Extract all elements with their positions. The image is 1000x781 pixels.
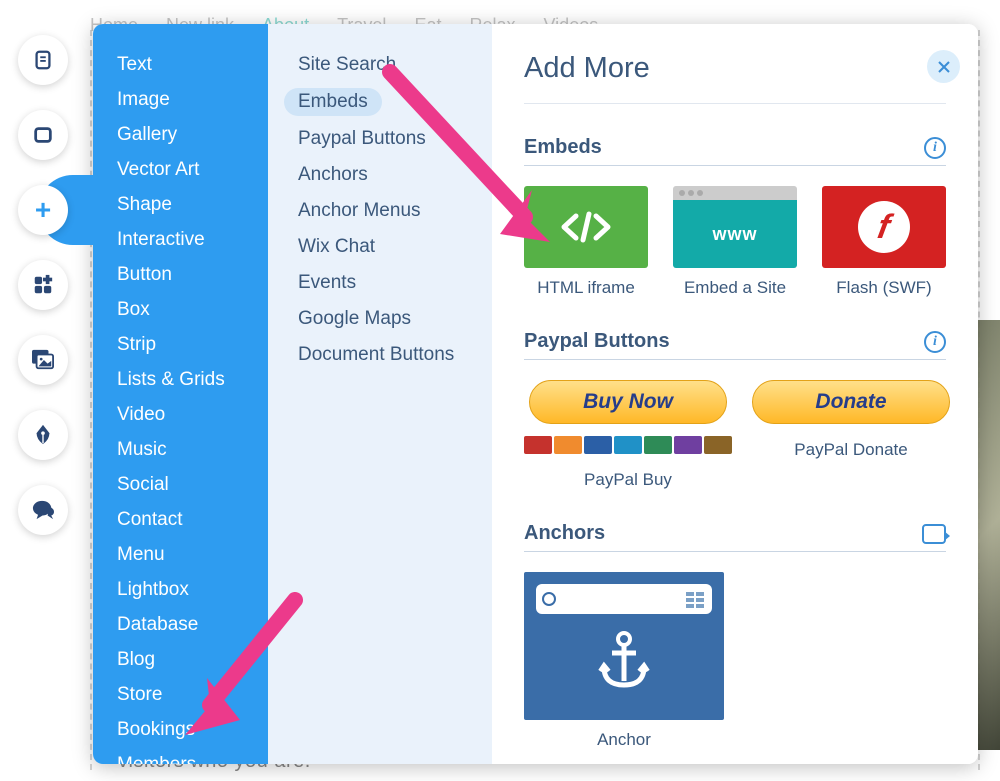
main-content: Add More Embeds i HTML iframe www (492, 24, 978, 764)
embed-flash[interactable]: f Flash (SWF) (822, 186, 946, 298)
category-menu[interactable]: Menu (113, 542, 268, 568)
paypal-donate[interactable]: Donate PayPal Donate (752, 380, 950, 490)
paypal-buy-button: Buy Now (529, 380, 727, 424)
section-title-anchors: Anchors (524, 522, 605, 545)
payment-card-icon (704, 436, 732, 454)
chat-button[interactable] (18, 485, 68, 535)
category-blog[interactable]: Blog (113, 647, 268, 673)
code-icon (558, 208, 614, 246)
section-anchors: Anchors Anchor (524, 522, 946, 750)
category-list: Text Image Gallery Vector Art Shape Interacti… (93, 24, 268, 764)
pen-icon (32, 423, 54, 447)
category-box[interactable]: Box (113, 297, 268, 323)
category-button[interactable]: Button (113, 262, 268, 288)
subcategory-site-search[interactable]: Site Search (298, 52, 492, 78)
embed-label: HTML iframe (537, 278, 635, 298)
paypal-label: PayPal Donate (794, 440, 907, 460)
anchor-element[interactable]: Anchor (524, 572, 724, 750)
flash-thumb: f (822, 186, 946, 268)
category-interactive[interactable]: Interactive (113, 227, 268, 253)
section-embeds: Embeds i HTML iframe www Embed a Site (524, 136, 946, 298)
payment-card-icon (584, 436, 612, 454)
embed-label: Embed a Site (684, 278, 786, 298)
paypal-donate-button: Donate (752, 380, 950, 424)
category-image[interactable]: Image (113, 87, 268, 113)
blog-button[interactable] (18, 410, 68, 460)
subcategory-anchors[interactable]: Anchors (298, 162, 492, 188)
section-icon (32, 124, 54, 146)
close-button[interactable] (927, 50, 960, 83)
subcategory-anchor-menus[interactable]: Anchor Menus (298, 198, 492, 224)
add-panel: Text Image Gallery Vector Art Shape Interacti… (93, 24, 978, 764)
anchor-label: Anchor (597, 730, 651, 750)
payment-card-icon (554, 436, 582, 454)
subcategory-document-buttons[interactable]: Document Buttons (298, 342, 492, 368)
chat-icon (31, 499, 55, 521)
anchor-thumb (524, 572, 724, 720)
payment-card-icon (674, 436, 702, 454)
subcategory-google-maps[interactable]: Google Maps (298, 306, 492, 332)
section-title-paypal: Paypal Buttons (524, 330, 670, 353)
apps-button[interactable] (18, 260, 68, 310)
pages-button[interactable] (18, 35, 68, 85)
page-icon (32, 49, 54, 71)
info-icon[interactable]: i (924, 137, 946, 159)
category-lightbox[interactable]: Lightbox (113, 577, 268, 603)
subcategory-list: Site Search Embeds Paypal Buttons Anchors An… (268, 24, 492, 764)
category-bookings[interactable]: Bookings (113, 717, 268, 743)
payment-card-icon (644, 436, 672, 454)
apps-icon (32, 274, 54, 296)
category-lists-grids[interactable]: Lists & Grids (113, 367, 268, 393)
subcategory-embeds[interactable]: Embeds (284, 88, 382, 116)
background-button[interactable] (18, 110, 68, 160)
category-store[interactable]: Store (113, 682, 268, 708)
category-members[interactable]: Members (113, 752, 268, 764)
payment-card-icon (524, 436, 552, 454)
html-iframe-thumb (524, 186, 648, 268)
media-icon (31, 349, 55, 371)
paypal-label: PayPal Buy (584, 470, 672, 490)
paypal-buy[interactable]: Buy Now PayPal Buy (524, 380, 732, 490)
close-icon (937, 60, 951, 74)
category-contact[interactable]: Contact (113, 507, 268, 533)
flash-icon: f (858, 201, 910, 253)
section-title-embeds: Embeds (524, 136, 602, 159)
category-shape[interactable]: Shape (113, 192, 268, 218)
category-social[interactable]: Social (113, 472, 268, 498)
category-music[interactable]: Music (113, 437, 268, 463)
subcategory-paypal-buttons[interactable]: Paypal Buttons (298, 126, 492, 152)
subcategory-wix-chat[interactable]: Wix Chat (298, 234, 492, 260)
video-help-icon[interactable] (922, 524, 946, 544)
category-database[interactable]: Database (113, 612, 268, 638)
plus-icon: + (25, 192, 61, 228)
embed-site[interactable]: www Embed a Site (673, 186, 797, 298)
category-gallery[interactable]: Gallery (113, 122, 268, 148)
embed-site-thumb: www (673, 186, 797, 268)
subcategory-events[interactable]: Events (298, 270, 492, 296)
info-icon[interactable]: i (924, 331, 946, 353)
embed-html-iframe[interactable]: HTML iframe (524, 186, 648, 298)
category-text[interactable]: Text (113, 52, 268, 78)
left-toolbar: + (18, 35, 73, 535)
embed-label: Flash (SWF) (836, 278, 931, 298)
add-button[interactable]: + (18, 185, 68, 235)
anchor-icon (596, 631, 652, 691)
panel-title: Add More (524, 52, 946, 85)
category-vector-art[interactable]: Vector Art (113, 157, 268, 183)
category-strip[interactable]: Strip (113, 332, 268, 358)
payment-card-icon (614, 436, 642, 454)
media-button[interactable] (18, 335, 68, 385)
section-paypal: Paypal Buttons i Buy Now PayPal Buy Dona… (524, 330, 946, 490)
category-video[interactable]: Video (113, 402, 268, 428)
